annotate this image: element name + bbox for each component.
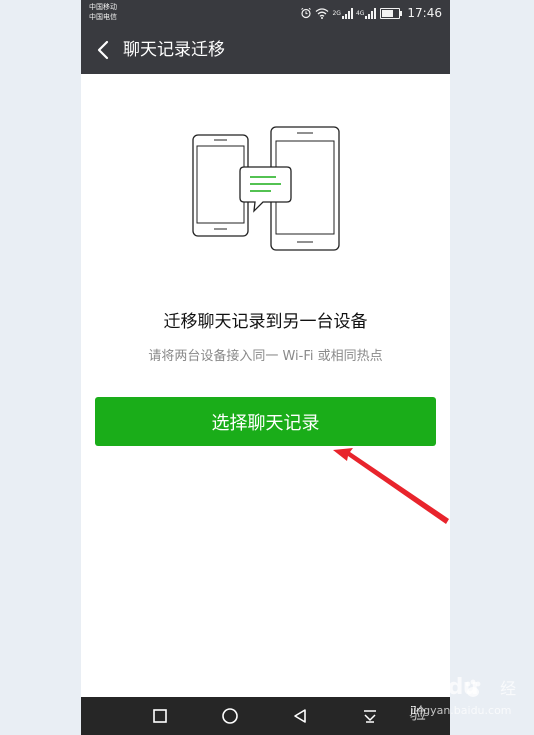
- page-title: 聊天记录迁移: [123, 40, 225, 60]
- carrier-1: 中国移动: [89, 3, 117, 11]
- signal-icon-2: [365, 7, 377, 19]
- wifi-icon: [316, 8, 329, 19]
- square-icon: [153, 709, 167, 723]
- recent-apps-button[interactable]: [149, 705, 171, 727]
- phone-screen: 中国移动 中国电信 2G 4G 17:46 聊天记录迁移 迁移聊天记录到另一台设…: [81, 0, 450, 735]
- circle-icon: [222, 708, 238, 724]
- signal-icon: [341, 7, 353, 19]
- nav-back-button[interactable]: [289, 705, 311, 727]
- pull-down-icon: [364, 710, 376, 723]
- android-nav-bar: [81, 697, 450, 735]
- select-chat-history-button[interactable]: 选择聊天记录: [95, 397, 436, 446]
- device-transfer-illustration: [192, 126, 340, 251]
- back-button[interactable]: [91, 36, 115, 64]
- carrier-info: 中国移动 中国电信: [89, 2, 117, 22]
- status-bar: 中国移动 中国电信 2G 4G 17:46: [81, 0, 450, 27]
- status-icons: 2G 4G 17:46: [300, 5, 442, 21]
- clock-time: 17:46: [407, 6, 442, 20]
- chevron-left-icon: [97, 40, 109, 60]
- wifi-instruction-text: 请将两台设备接入同一 Wi-Fi 或相同热点: [148, 349, 383, 364]
- carrier-2: 中国电信: [89, 13, 117, 21]
- paw-icon: [465, 679, 481, 697]
- baidu-jingyan-watermark: Baidu 经验 jingyan.baidu.com: [410, 676, 530, 728]
- home-button[interactable]: [219, 705, 241, 727]
- transfer-headline: 迁移聊天记录到另一台设备: [163, 312, 368, 332]
- watermark-url: jingyan.baidu.com: [410, 704, 512, 717]
- triangle-icon: [294, 709, 306, 723]
- title-bar: 聊天记录迁移: [81, 27, 450, 74]
- battery-icon: [380, 7, 403, 19]
- network-type-2: 4G: [355, 9, 365, 17]
- network-type-1: 2G: [332, 9, 341, 17]
- alarm-icon: [301, 7, 312, 19]
- notification-pull-button[interactable]: [359, 705, 381, 727]
